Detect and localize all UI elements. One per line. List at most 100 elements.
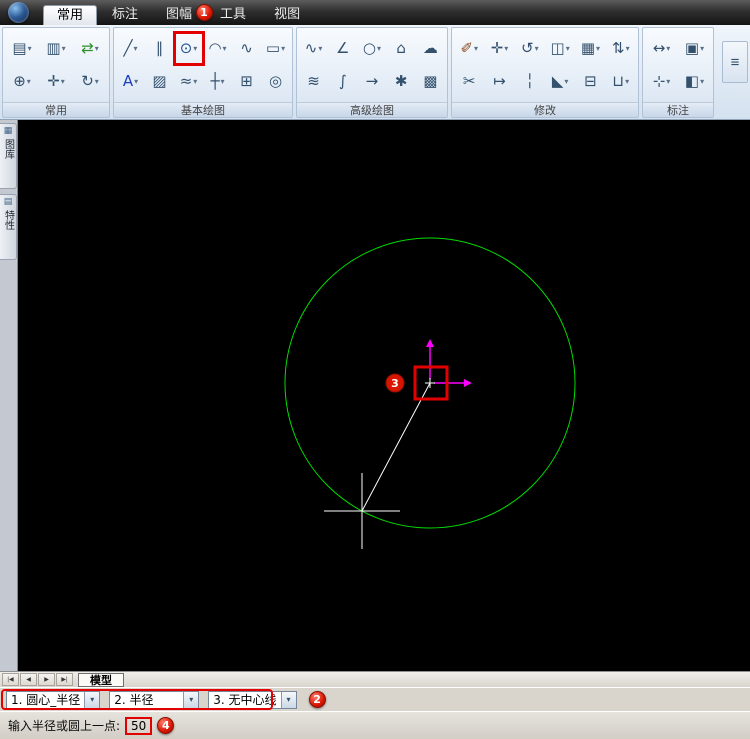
- frame-dimension-dropdown-arrow-icon[interactable]: ▾: [700, 44, 704, 53]
- explode-tool[interactable]: ⊟: [578, 68, 602, 95]
- regen-dropdown-arrow-icon[interactable]: ▾: [95, 77, 99, 86]
- copy-tool[interactable]: ▥ ▾: [44, 35, 68, 62]
- menu-tab-dimension[interactable]: 标注: [99, 5, 151, 25]
- scale-tool[interactable]: ⇅ ▾: [609, 35, 633, 62]
- line-tool[interactable]: ╱ ▾: [119, 35, 143, 62]
- drawing-canvas[interactable]: 3: [18, 120, 750, 671]
- mirror-dropdown-arrow-icon[interactable]: ▾: [566, 44, 570, 53]
- exchange-tool[interactable]: ⇄ ▾: [78, 35, 102, 62]
- option-combo-method[interactable]: 1. 圆心_半径 ▾: [6, 690, 101, 709]
- paste-tool[interactable]: ▤ ▾: [10, 35, 34, 62]
- coordinate-dimension-dropdown-arrow-icon[interactable]: ▾: [666, 77, 670, 86]
- pan-dropdown-arrow-icon[interactable]: ▾: [61, 77, 65, 86]
- model-tab[interactable]: 模型: [78, 672, 124, 687]
- rectangle-tool[interactable]: ▭ ▾: [264, 35, 288, 62]
- circle-tool[interactable]: ⊙ ▾ 1: [172, 4, 213, 66]
- arc-tool[interactable]: ◠ ▾: [206, 35, 230, 62]
- polygon-tool[interactable]: ⌂: [389, 35, 413, 62]
- angle-line-tool[interactable]: ∠: [331, 35, 355, 62]
- zoom-icon: ⊕: [13, 72, 26, 90]
- array-dropdown-arrow-icon[interactable]: ▾: [596, 44, 600, 53]
- cloud-line-tool[interactable]: ☁: [418, 35, 442, 62]
- dimension-tool[interactable]: ↔ ▾: [650, 35, 674, 62]
- fill-icon: ▩: [423, 72, 438, 90]
- move-tool[interactable]: ✛ ▾: [487, 35, 511, 62]
- center-line-dropdown-arrow-icon[interactable]: ▾: [221, 77, 225, 86]
- fill-tool[interactable]: ▩: [418, 68, 442, 95]
- ellipse-tool[interactable]: ○ ▾: [360, 35, 384, 62]
- center-line-tool[interactable]: ┼ ▾: [206, 68, 230, 95]
- pan-tool[interactable]: ✛ ▾: [44, 68, 68, 95]
- paste-dropdown-arrow-icon[interactable]: ▾: [28, 44, 32, 53]
- line-dropdown-arrow-icon[interactable]: ▾: [134, 44, 138, 53]
- hatch-tool[interactable]: ▨: [148, 68, 172, 95]
- chevron-down-icon[interactable]: ▾: [84, 691, 100, 708]
- break-tool[interactable]: ╎: [518, 68, 542, 95]
- spline-dropdown-arrow-icon[interactable]: ▾: [318, 44, 322, 53]
- chevron-down-icon[interactable]: ▾: [183, 691, 199, 708]
- ring-tool[interactable]: ◎: [264, 68, 288, 95]
- exchange-dropdown-arrow-icon[interactable]: ▾: [95, 44, 99, 53]
- menu-tab-tools[interactable]: 工具: [207, 5, 259, 25]
- prev-tab-button[interactable]: ◀: [20, 673, 37, 686]
- rectangle-dropdown-arrow-icon[interactable]: ▾: [281, 44, 285, 53]
- wave-line-dropdown-arrow-icon[interactable]: ▾: [193, 77, 197, 86]
- trim-tool[interactable]: ✂: [457, 68, 481, 95]
- chamfer-dropdown-arrow-icon[interactable]: ▾: [564, 77, 568, 86]
- curve-icon: ∿: [240, 39, 253, 57]
- grid-tool[interactable]: ⊞: [235, 68, 259, 95]
- next-tab-button[interactable]: ▶: [38, 673, 55, 686]
- chamfer-tool[interactable]: ◣ ▾: [548, 68, 572, 95]
- app-logo-icon[interactable]: [8, 2, 29, 23]
- option-combo-centerline[interactable]: 3. 无中心线 ▾: [208, 690, 297, 709]
- option-combo-radius[interactable]: 2. 半径 ▾: [109, 690, 200, 709]
- stretch-dropdown-arrow-icon[interactable]: ▾: [625, 77, 629, 86]
- first-tab-button[interactable]: |◀: [2, 673, 19, 686]
- ribbon-menu-button[interactable]: ≡: [722, 41, 748, 83]
- wave-line-tool[interactable]: ≈ ▾: [177, 68, 201, 95]
- ellipse-dropdown-arrow-icon[interactable]: ▾: [377, 44, 381, 53]
- spline-tool[interactable]: ∿ ▾: [302, 35, 326, 62]
- zoom-tool[interactable]: ⊕ ▾: [10, 68, 34, 95]
- text-icon: A: [122, 72, 134, 90]
- scale-dropdown-arrow-icon[interactable]: ▾: [626, 44, 630, 53]
- last-tab-button[interactable]: ▶|: [56, 673, 73, 686]
- extend-tool[interactable]: ↦: [487, 68, 511, 95]
- zoom-dropdown-arrow-icon[interactable]: ▾: [27, 77, 31, 86]
- text-dimension-dropdown-arrow-icon[interactable]: ▾: [700, 77, 704, 86]
- copy-dropdown-arrow-icon[interactable]: ▾: [62, 44, 66, 53]
- menu-tab-view[interactable]: 视图: [261, 5, 313, 25]
- curve-tool[interactable]: ∿: [235, 35, 259, 62]
- rotate-dropdown-arrow-icon[interactable]: ▾: [535, 44, 539, 53]
- text-dimension-tool[interactable]: ◧ ▾: [683, 68, 707, 95]
- formula-curve-tool[interactable]: ∫: [331, 68, 355, 95]
- stretch-tool[interactable]: ⊔ ▾: [609, 68, 633, 95]
- dimension-dropdown-arrow-icon[interactable]: ▾: [666, 44, 670, 53]
- array-tool[interactable]: ▦ ▾: [578, 35, 602, 62]
- side-tab-properties[interactable]: ▤ 特性: [0, 194, 17, 260]
- grid-icon: ⊞: [240, 72, 253, 90]
- parallel-line-tool[interactable]: ∥: [148, 35, 172, 62]
- erase-dropdown-arrow-icon[interactable]: ▾: [474, 44, 478, 53]
- sine-wave-tool[interactable]: ≋: [302, 68, 326, 95]
- text-tool[interactable]: A ▾: [119, 68, 143, 95]
- menu-tab-common[interactable]: 常用: [43, 5, 98, 25]
- erase-tool[interactable]: ✐ ▾: [457, 35, 481, 62]
- coordinate-dimension-tool[interactable]: ⊹ ▾: [650, 68, 674, 95]
- arc-dropdown-arrow-icon[interactable]: ▾: [223, 44, 227, 53]
- array-icon: ▦: [580, 39, 596, 57]
- side-tab-library[interactable]: ▦ 图库: [0, 123, 17, 189]
- circle-dropdown-arrow-icon[interactable]: ▾: [193, 44, 197, 53]
- frame-dimension-tool[interactable]: ▣ ▾: [683, 35, 707, 62]
- rotate-tool[interactable]: ↺ ▾: [518, 35, 542, 62]
- arrow-tool[interactable]: →: [360, 68, 384, 95]
- regen-tool[interactable]: ↻ ▾: [78, 68, 102, 95]
- move-dropdown-arrow-icon[interactable]: ▾: [504, 44, 508, 53]
- ribbon-group-advanced-draw: ∿ ▾ ∠ ○ ▾ ⌂ ☁ ≋ ∫ → ✱ ▩ 高级绘图: [296, 27, 448, 118]
- mirror-tool[interactable]: ◫ ▾: [548, 35, 572, 62]
- text-dropdown-arrow-icon[interactable]: ▾: [134, 77, 138, 86]
- cloud-line-icon: ☁: [422, 39, 438, 57]
- radius-value-box[interactable]: 50: [125, 716, 153, 735]
- chevron-down-icon[interactable]: ▾: [280, 691, 296, 708]
- gear-tool[interactable]: ✱: [389, 68, 413, 95]
